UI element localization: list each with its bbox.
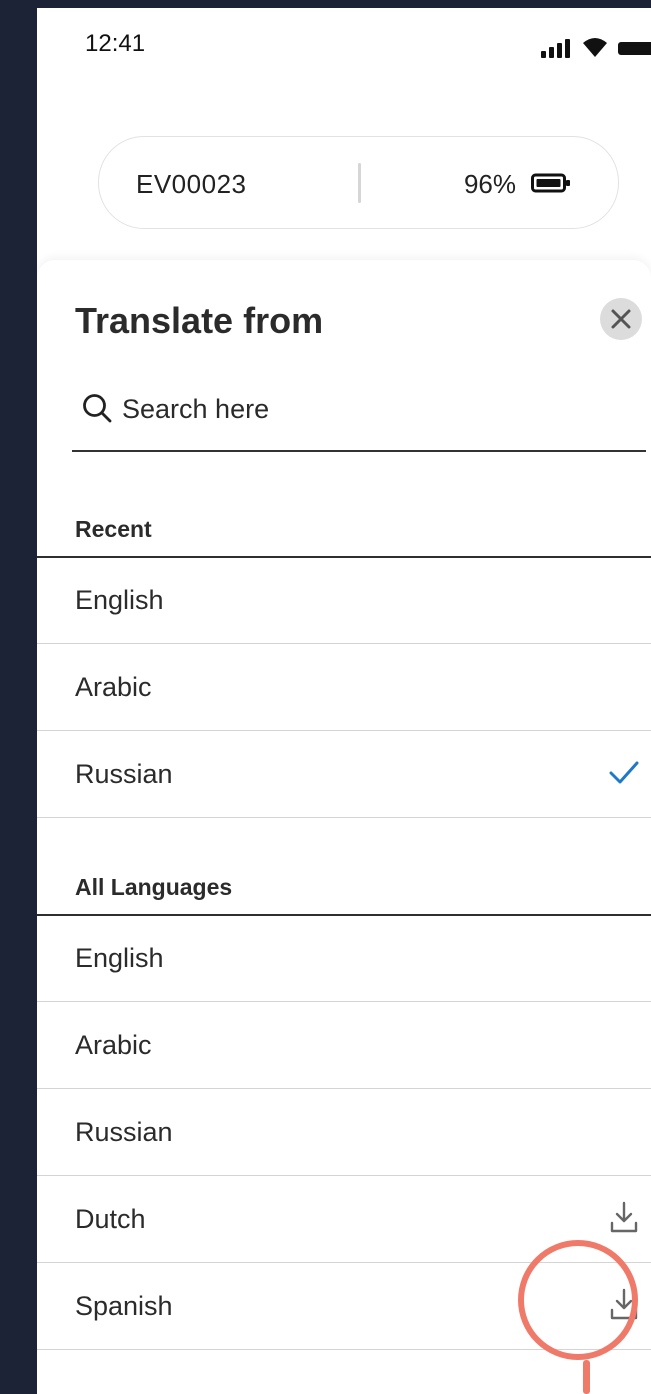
cellular-signal-icon	[541, 38, 571, 58]
language-name: Dutch	[75, 1204, 146, 1234]
language-name: Spanish	[75, 1291, 173, 1321]
language-name: English	[75, 585, 164, 615]
checkmark-icon	[609, 761, 639, 784]
recent-section-label: Recent	[75, 516, 152, 542]
sheet-title: Translate from	[75, 300, 324, 341]
battery-icon	[531, 173, 570, 193]
search-field[interactable]	[72, 378, 646, 452]
close-icon	[611, 309, 631, 329]
recent-section-header: Recent	[37, 510, 651, 558]
status-time: 12:41	[85, 30, 146, 57]
device-status-pill: EV00023 96%	[98, 136, 619, 229]
wifi-icon	[583, 38, 607, 57]
language-name: Arabic	[75, 1030, 152, 1060]
download-icon[interactable]	[609, 1200, 639, 1234]
language-item-russian[interactable]: Russian	[37, 1089, 651, 1176]
language-item-english[interactable]: English	[37, 915, 651, 1002]
recent-item-russian[interactable]: Russian	[37, 731, 651, 818]
phone-screen: 12:41 EV00023 96% Translate from Search …	[37, 8, 651, 1394]
translate-from-sheet: Translate from Recent English Arabic Rus…	[37, 260, 651, 1394]
close-button[interactable]	[600, 298, 642, 340]
language-name: Russian	[75, 1117, 173, 1147]
download-icon[interactable]	[609, 1287, 639, 1321]
device-id: EV00023	[136, 169, 247, 199]
language-item-arabic[interactable]: Arabic	[37, 1002, 651, 1089]
recent-item-english[interactable]: English	[37, 557, 651, 644]
status-battery-icon	[618, 42, 651, 55]
search-icon	[83, 394, 112, 423]
language-item-dutch[interactable]: Dutch	[37, 1176, 651, 1263]
tap-highlight-pointer	[583, 1360, 590, 1394]
all-languages-label: All Languages	[75, 874, 233, 900]
language-item-spanish[interactable]: Spanish	[37, 1263, 651, 1350]
search-input[interactable]	[120, 388, 624, 430]
pill-divider	[358, 163, 361, 203]
language-name: Arabic	[75, 672, 152, 702]
language-name: Russian	[75, 759, 173, 789]
recent-item-arabic[interactable]: Arabic	[37, 644, 651, 731]
battery-percent: 96%	[463, 169, 516, 199]
all-languages-section-header: All Languages	[37, 868, 651, 916]
status-bar: 12:41	[37, 8, 651, 78]
language-name: English	[75, 943, 164, 973]
